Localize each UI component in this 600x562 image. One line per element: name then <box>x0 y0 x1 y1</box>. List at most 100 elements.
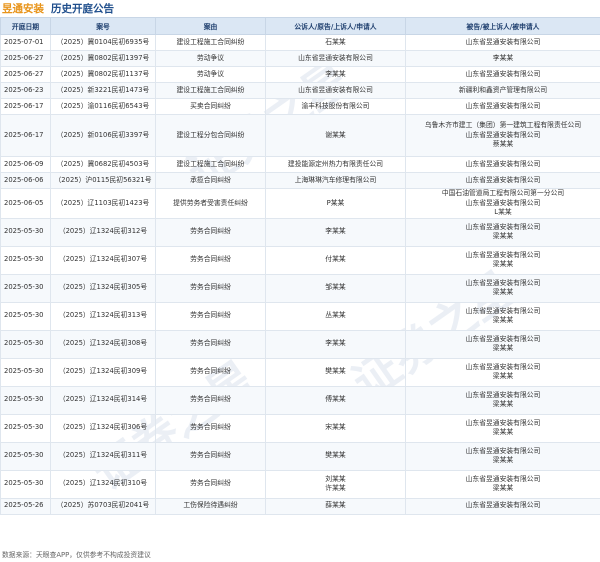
plaintiff-cell: 刘某某 许某某 <box>265 469 406 499</box>
party-name: 樊某某 <box>325 367 346 376</box>
table-row: 2025-05-30 （2025）辽1324民初313号 劳务合同纠纷 丛某某 山东省昱… <box>0 301 600 331</box>
date-cell: 2025-06-17 <box>0 114 51 157</box>
case-number-cell: （2025）冀0104民初6935号 <box>50 34 156 51</box>
case-number-cell: （2025）新3221民初1473号 <box>50 82 156 99</box>
plaintiff-cell: 山东省昱通安装有限公司 <box>265 82 406 99</box>
date-cell: 2025-05-30 <box>0 413 51 443</box>
party-name: 山东省昱通安装有限公司 <box>298 85 373 94</box>
table-row: 2025-06-09 （2025）冀0682民初4503号 建设工程施工合同纠纷 建投… <box>0 156 600 173</box>
party-name: P某某 <box>326 198 345 207</box>
party-name: 谢某某 <box>325 130 346 139</box>
party-name: 山东省昱通安装有限公司 <box>465 306 541 315</box>
table-row: 2025-05-30 （2025）辽1324民初309号 劳务合同纠纷 樊某某 山东省昱… <box>0 357 600 387</box>
defendant-cell: 山东省昱通安装有限公司 梁某某 <box>405 329 600 359</box>
defendant-cell: 山东省昱通安装有限公司 <box>405 156 600 173</box>
table-row: 2025-06-06 （2025）沪0115民初56321号 承揽合同纠纷 上海琳琳汽… <box>0 172 600 189</box>
table-row: 2025-05-30 （2025）辽1324民初307号 劳务合同纠纷 付某某 山东省昱… <box>0 245 600 275</box>
party-name: 乌鲁木齐市建工（集团）第一建筑工程有限责任公司 <box>424 121 582 130</box>
cause-cell: 劳务合同纠纷 <box>155 217 266 247</box>
case-number-cell: （2025）苏0703民初2041号 <box>50 497 156 515</box>
cause-cell: 劳务合同纠纷 <box>155 413 266 443</box>
party-name: L某某 <box>494 208 512 217</box>
cause-cell: 劳务合同纠纷 <box>155 301 266 331</box>
party-name: 山东省昱通安装有限公司 <box>465 175 541 184</box>
party-name: 梁某某 <box>492 400 514 409</box>
date-cell: 2025-06-06 <box>0 172 51 189</box>
cause-cell: 买卖合同纠纷 <box>155 98 266 115</box>
plaintiff-cell: 傅某某 <box>265 385 406 415</box>
party-name: 山东省昱通安装有限公司 <box>465 446 541 455</box>
party-name: 山东省昱通安装有限公司 <box>465 101 541 110</box>
defendant-cell: 山东省昱通安装有限公司 梁某某 <box>405 273 600 303</box>
case-number-cell: （2025）辽1324民初305号 <box>50 273 156 303</box>
plaintiff-cell: 上海琳琳汽车修理有限公司 <box>265 172 406 189</box>
company-name: 昱通安装 <box>2 3 44 15</box>
table-row: 2025-05-30 （2025）辽1324民初314号 劳务合同纠纷 傅某某 山东省昱… <box>0 385 600 415</box>
cause-cell: 建设工程分包合同纠纷 <box>155 114 266 157</box>
date-cell: 2025-06-17 <box>0 98 51 115</box>
case-number-cell: （2025）辽1324民初309号 <box>50 357 156 387</box>
party-name: 李某某 <box>325 69 346 78</box>
party-name: 山东省昱通安装有限公司 <box>465 278 541 287</box>
case-number-cell: （2025）辽1324民初313号 <box>50 301 156 331</box>
case-number-cell: （2025）辽1324民初311号 <box>50 441 156 471</box>
defendant-cell: 山东省昱通安装有限公司 <box>405 34 600 51</box>
defendant-cell: 山东省昱通安装有限公司 <box>405 497 600 515</box>
plaintiff-cell: 薛某某 <box>265 497 406 515</box>
date-cell: 2025-05-30 <box>0 329 51 359</box>
date-cell: 2025-05-30 <box>0 273 51 303</box>
cause-cell: 建设工程施工合同纠纷 <box>155 156 266 173</box>
defendant-cell: 山东省昱通安装有限公司 梁某某 <box>405 413 600 443</box>
party-name: 许某某 <box>325 484 346 493</box>
plaintiff-cell: 建投能源定州热力有限责任公司 <box>265 156 406 173</box>
cause-cell: 提供劳务者受害责任纠纷 <box>155 188 266 219</box>
table-row: 2025-05-30 （2025）辽1324民初312号 劳务合同纠纷 李某某 山东省昱… <box>0 217 600 247</box>
defendant-cell: 乌鲁木齐市建工（集团）第一建筑工程有限责任公司 山东省昱通安装有限公司 蔡某某 <box>405 114 600 157</box>
cause-cell: 工伤保险待遇纠纷 <box>155 497 266 515</box>
party-name: 梁某某 <box>492 232 514 241</box>
table-row: 2025-05-30 （2025）辽1324民初308号 劳务合同纠纷 李某某 山东省昱… <box>0 329 600 359</box>
plaintiff-cell: 渝丰科技股份有限公司 <box>265 98 406 115</box>
plaintiff-cell: 丛某某 <box>265 301 406 331</box>
case-number-cell: （2025）辽1324民初312号 <box>50 217 156 247</box>
table-body: 2025-07-01 （2025）冀0104民初6935号 建设工程施工合同纠纷 石某… <box>0 34 600 515</box>
plaintiff-cell: 樊某某 <box>265 357 406 387</box>
date-cell: 2025-05-30 <box>0 469 51 499</box>
party-name: 渝丰科技股份有限公司 <box>301 101 370 110</box>
date-cell: 2025-05-30 <box>0 385 51 415</box>
party-name: 宋某某 <box>325 423 346 432</box>
plaintiff-cell: 樊某某 <box>265 441 406 471</box>
cause-cell: 建设工程施工合同纠纷 <box>155 82 266 99</box>
party-name: 樊某某 <box>325 451 346 460</box>
cause-cell: 劳务合同纠纷 <box>155 441 266 471</box>
case-number-cell: （2025）渝0116民初6543号 <box>50 98 156 115</box>
party-name: 梁某某 <box>492 344 514 353</box>
cause-cell: 建设工程施工合同纠纷 <box>155 34 266 51</box>
defendant-cell: 山东省昱通安装有限公司 梁某某 <box>405 217 600 247</box>
case-number-cell: （2025）辽1324民初307号 <box>50 245 156 275</box>
table-row: 2025-06-27 （2025）冀0802民初1397号 劳动争议 山东省昱通安装有… <box>0 50 600 67</box>
party-name: 梁某某 <box>492 260 514 269</box>
plaintiff-cell: 付某某 <box>265 245 406 275</box>
case-number-cell: （2025）冀0802民初1397号 <box>50 50 156 67</box>
hearing-table: 开庭日期 案号 案由 公诉人/原告/上诉人/申请人 被告/被上诉人/被申请人 2… <box>0 17 600 515</box>
cause-cell: 劳动争议 <box>155 66 266 83</box>
table-row: 2025-05-30 （2025）辽1324民初310号 劳务合同纠纷 刘某某 许某某山… <box>0 469 600 499</box>
plaintiff-cell: 李某某 <box>265 217 406 247</box>
defendant-cell: 山东省昱通安装有限公司 梁某某 <box>405 301 600 331</box>
cause-cell: 劳动争议 <box>155 50 266 67</box>
party-name: 山东省昱通安装有限公司 <box>465 37 541 46</box>
table-row: 2025-05-30 （2025）辽1324民初306号 劳务合同纠纷 宋某某 山东省昱… <box>0 413 600 443</box>
defendant-cell: 山东省昱通安装有限公司 梁某某 <box>405 357 600 387</box>
party-name: 山东省昱通安装有限公司 <box>465 334 541 343</box>
cause-cell: 劳务合同纠纷 <box>155 357 266 387</box>
case-number-cell: （2025）辽1103民初1423号 <box>50 188 156 219</box>
party-name: 梁某某 <box>492 428 514 437</box>
case-number-cell: （2025）辽1324民初308号 <box>50 329 156 359</box>
party-name: 建投能源定州热力有限责任公司 <box>287 159 384 168</box>
plaintiff-cell: 李某某 <box>265 66 406 83</box>
party-name: 薛某某 <box>325 501 346 510</box>
party-name: 李某某 <box>492 53 514 62</box>
case-number-cell: （2025）冀0682民初4503号 <box>50 156 156 173</box>
party-name: 中国石油管道局工程有限公司第一分公司 <box>441 189 565 197</box>
